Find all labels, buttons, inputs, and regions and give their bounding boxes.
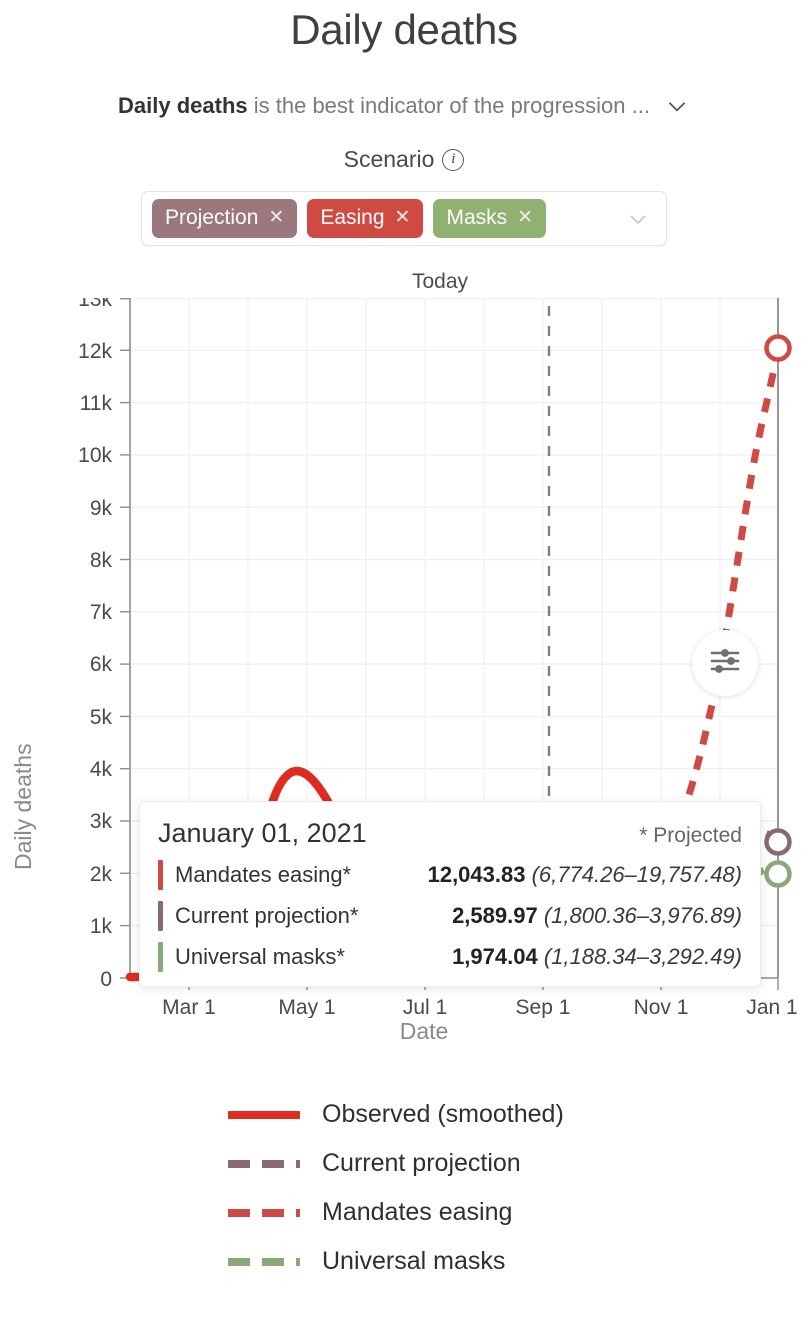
- endpoint-marker-universal-masks: [764, 860, 792, 888]
- tooltip-series-name: Mandates easing*: [175, 862, 352, 887]
- legend-item-universal-masks[interactable]: Universal masks: [0, 1247, 808, 1276]
- y-tick: 0: [100, 968, 112, 991]
- legend-item-current-projection[interactable]: Current projection: [0, 1149, 808, 1178]
- x-axis-tick-labels: Mar 1 May 1 Jul 1 Sep 1 Nov 1 Jan 1: [162, 996, 798, 1018]
- sliders-icon: [708, 646, 742, 681]
- scenario-chip-projection[interactable]: Projection ✕: [152, 199, 298, 238]
- y-axis-ticks: [120, 298, 130, 979]
- chart-tooltip: January 01, 2021 * Projected Mandates ea…: [139, 801, 761, 987]
- chart-container: Today Daily deaths Date 13k 12k 11k 10k …: [0, 270, 808, 1070]
- x-tick: Jul 1: [403, 996, 447, 1018]
- tooltip-row-mandates-easing: Mandates easing* 12,043.83 (6,774.26–19,…: [158, 860, 742, 890]
- legend-key-universal-masks: [228, 1257, 300, 1266]
- tooltip-header: January 01, 2021 * Projected: [158, 818, 742, 849]
- chip-label: Masks: [446, 206, 508, 229]
- page-title: Daily deaths: [290, 6, 518, 53]
- tooltip-series-value: 12,043.83 (6,774.26–19,757.48): [428, 862, 742, 888]
- legend-label: Observed (smoothed): [322, 1100, 564, 1128]
- x-tick: Sep 1: [516, 996, 571, 1018]
- endpoint-marker-current-projection: [764, 828, 792, 856]
- scenario-chip-masks[interactable]: Masks ✕: [433, 199, 547, 238]
- subtitle-text: Daily deaths is the best indicator of th…: [118, 92, 650, 120]
- y-tick: 12k: [78, 340, 112, 363]
- tooltip-value: 1,974.04: [452, 944, 538, 969]
- tooltip-value: 2,589.97: [452, 903, 538, 928]
- chevron-down-icon[interactable]: [664, 93, 690, 119]
- scenario-label: Scenario: [343, 146, 435, 172]
- y-tick: 7k: [90, 601, 113, 624]
- y-tick: 6k: [90, 653, 113, 676]
- chevron-down-icon[interactable]: [626, 207, 650, 231]
- tooltip-series-value: 1,974.04 (1,188.34–3,292.49): [452, 944, 742, 970]
- y-tick: 4k: [90, 758, 113, 781]
- chip-label: Projection: [165, 206, 259, 229]
- legend-label: Mandates easing: [322, 1198, 513, 1226]
- tooltip-series-value: 2,589.97 (1,800.36–3,976.89): [452, 903, 742, 929]
- tooltip-row-current-projection: Current projection* 2,589.97 (1,800.36–3…: [158, 901, 742, 931]
- legend-item-observed[interactable]: Observed (smoothed): [0, 1100, 808, 1129]
- x-tick: May 1: [278, 996, 335, 1018]
- tooltip-row-universal-masks: Universal masks* 1,974.04 (1,188.34–3,29…: [158, 942, 742, 972]
- chart-settings-button[interactable]: [692, 630, 758, 696]
- y-tick: 2k: [90, 863, 113, 886]
- close-icon[interactable]: ✕: [517, 206, 533, 230]
- tooltip-series-name: Universal masks*: [175, 944, 345, 969]
- legend-key-mandates-easing: [228, 1208, 300, 1217]
- tooltip-series-name: Current projection*: [175, 903, 359, 928]
- subtitle-rest: is the best indicator of the progression…: [247, 93, 650, 118]
- chip-label: Easing: [320, 206, 385, 229]
- tooltip-range: (1,188.34–3,292.49): [543, 944, 742, 969]
- y-tick: 3k: [90, 810, 113, 833]
- subtitle-bold: Daily deaths: [118, 93, 248, 118]
- tooltip-swatch: [158, 901, 163, 931]
- x-tick: Mar 1: [162, 996, 216, 1018]
- y-tick: 5k: [90, 706, 113, 729]
- legend-item-mandates-easing[interactable]: Mandates easing: [0, 1198, 808, 1227]
- y-tick: 8k: [90, 549, 113, 572]
- scenario-selector[interactable]: Projection ✕ Easing ✕ Masks ✕: [141, 191, 667, 246]
- tooltip-range: (6,774.26–19,757.48): [531, 862, 742, 887]
- tooltip-swatch: [158, 942, 163, 972]
- x-tick: Nov 1: [634, 996, 689, 1018]
- legend-label: Universal masks: [322, 1247, 506, 1275]
- close-icon[interactable]: ✕: [395, 206, 411, 230]
- y-tick: 11k: [80, 392, 113, 415]
- tooltip-range: (1,800.36–3,976.89): [543, 903, 742, 928]
- legend-label: Current projection: [322, 1149, 521, 1177]
- tooltip-swatch: [158, 860, 163, 890]
- endpoint-marker-mandates-easing: [764, 334, 792, 362]
- info-icon[interactable]: i: [442, 148, 465, 171]
- tooltip-projected-note: * Projected: [639, 824, 742, 847]
- today-annotation: Today: [411, 270, 469, 293]
- y-axis-tick-labels: 13k 12k 11k 10k 9k 8k 7k 6k 5k 4k 3k 2k …: [78, 298, 112, 991]
- scenario-chip-easing[interactable]: Easing ✕: [307, 199, 424, 238]
- subtitle-row: Daily deaths is the best indicator of th…: [0, 92, 808, 120]
- y-tick: 13k: [78, 298, 112, 311]
- x-axis-label: Date: [399, 1018, 449, 1044]
- x-tick: Jan 1: [746, 996, 797, 1018]
- chart-legend: Observed (smoothed) Current projection M…: [0, 1100, 808, 1296]
- tooltip-value: 12,043.83: [427, 862, 526, 887]
- legend-key-current-projection: [228, 1159, 300, 1168]
- close-icon[interactable]: ✕: [268, 206, 284, 230]
- y-tick: 1k: [90, 915, 113, 938]
- y-tick: 9k: [90, 497, 113, 520]
- tooltip-date: January 01, 2021: [158, 818, 367, 848]
- y-tick: 10k: [78, 444, 112, 467]
- daily-deaths-chart-page: Daily deaths Daily deaths is the best in…: [0, 0, 808, 1322]
- legend-key-observed: [228, 1110, 300, 1119]
- scenario-header: Scenario i: [0, 146, 808, 173]
